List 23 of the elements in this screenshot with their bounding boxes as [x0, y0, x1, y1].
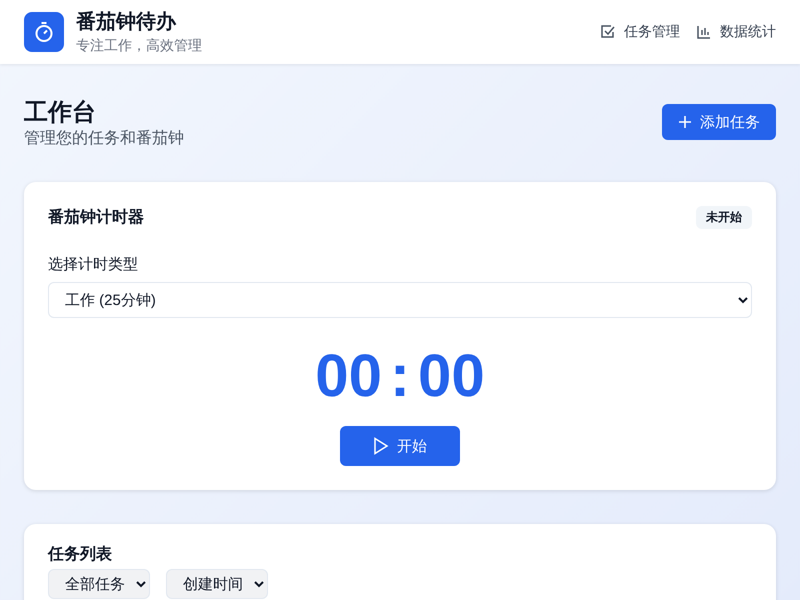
page-title: 工作台	[24, 98, 97, 128]
app-subtitle: 专注工作，高效管理	[76, 36, 203, 55]
play-icon	[373, 437, 389, 455]
app-title: 番茄钟待办	[76, 10, 178, 35]
card-title: 番茄钟计时器	[48, 207, 144, 228]
nav-link[interactable]: 任务管理	[600, 23, 680, 41]
stopwatch-icon	[24, 12, 64, 52]
card-title: 任务列表	[48, 546, 112, 563]
filter-select[interactable]: 创建时间	[166, 569, 268, 599]
timer-seconds: 00	[418, 341, 485, 411]
add-task-button[interactable]: 添加任务	[662, 104, 776, 140]
timer-type-select[interactable]: 工作 (25分钟)	[48, 282, 752, 318]
field-label: 选择计时类型	[48, 255, 139, 274]
nav-link[interactable]: 数据统计	[696, 23, 776, 41]
start-button[interactable]: 开始	[340, 426, 460, 466]
plus-icon	[678, 115, 692, 129]
bar-chart-icon	[696, 24, 712, 40]
page-subtitle: 管理您的任务和番茄钟	[24, 128, 184, 149]
timer-separator: :	[390, 341, 410, 411]
filter-select[interactable]: 全部任务	[48, 569, 150, 599]
timer-minutes: 00	[315, 341, 382, 411]
status-badge: 未开始	[696, 206, 752, 229]
checkbox-icon	[600, 24, 616, 40]
